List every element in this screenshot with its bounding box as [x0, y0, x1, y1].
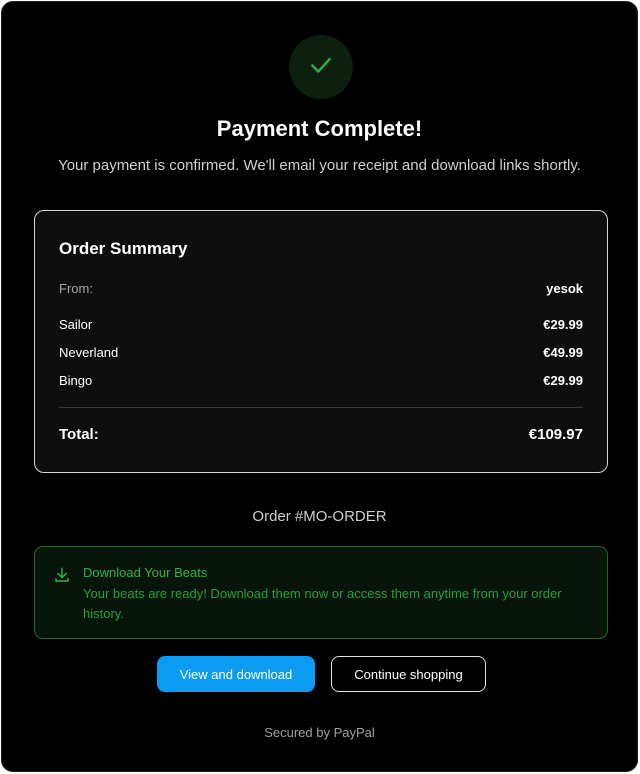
payment-complete-dialog: Payment Complete! Your payment is confir…	[1, 1, 638, 772]
view-and-download-button[interactable]: View and download	[157, 656, 315, 692]
from-value: yesok	[546, 281, 583, 296]
download-title: Download Your Beats	[83, 565, 208, 580]
item-price: €29.99	[543, 373, 583, 388]
item-name: Bingo	[59, 373, 93, 388]
success-badge	[289, 35, 353, 99]
item-price: €49.99	[543, 345, 583, 360]
download-notice: Download Your Beats Your beats are ready…	[34, 546, 608, 639]
summary-divider	[59, 407, 583, 408]
order-summary-card: Order Summary From: yesok Sailor €29.99 …	[34, 210, 608, 473]
order-summary-title: Order Summary	[59, 239, 188, 258]
continue-shopping-button[interactable]: Continue shopping	[331, 656, 486, 692]
secured-by-paypal: Secured by PayPal	[264, 725, 375, 740]
download-icon	[53, 566, 71, 584]
item-name: Sailor	[59, 317, 93, 332]
download-description: Your beats are ready! Download them now …	[83, 586, 562, 621]
from-label: From:	[59, 281, 93, 296]
total-row: Total: €109.97	[59, 426, 583, 443]
from-row: From: yesok	[59, 281, 583, 296]
check-icon	[308, 52, 334, 83]
confirmation-message: Your payment is confirmed. We'll email y…	[58, 157, 581, 174]
list-item: Bingo €29.99	[59, 373, 583, 388]
total-label: Total:	[59, 426, 99, 443]
item-price: €29.99	[543, 317, 583, 332]
list-item: Neverland €49.99	[59, 345, 583, 360]
total-value: €109.97	[528, 426, 583, 443]
list-item: Sailor €29.99	[59, 317, 583, 332]
item-name: Neverland	[59, 345, 119, 360]
order-number: Order #MO-ORDER	[252, 508, 387, 525]
page-title: Payment Complete!	[216, 116, 423, 141]
